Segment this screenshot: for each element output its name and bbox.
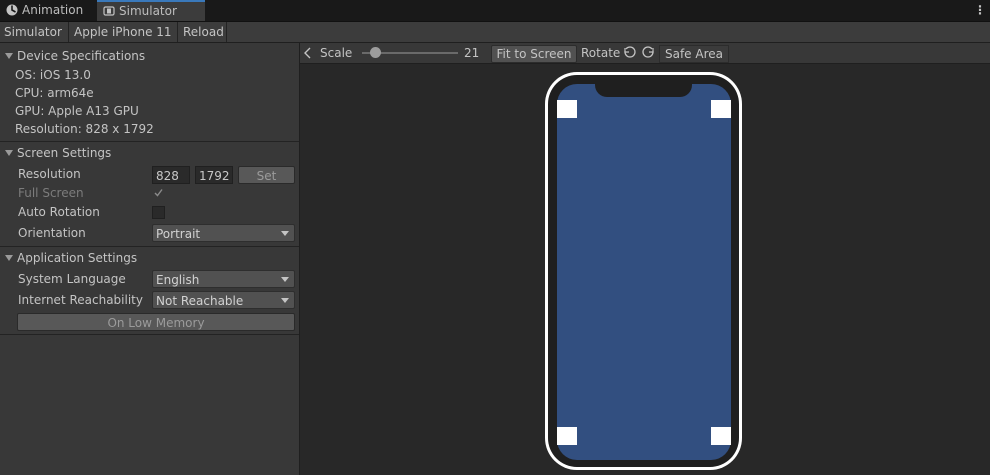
- reload-button-label: Reload: [183, 25, 224, 39]
- set-resolution-button[interactable]: Set: [238, 166, 295, 184]
- orientation-value: Portrait: [156, 227, 201, 241]
- divider: [0, 334, 299, 335]
- spec-cpu: CPU: arm64e: [15, 86, 94, 100]
- safe-area-corner-bottom-left: [557, 427, 577, 445]
- safe-area-toggle[interactable]: Safe Area: [659, 45, 729, 63]
- system-language-dropdown[interactable]: English: [152, 270, 295, 288]
- tab-animation[interactable]: Animation: [0, 0, 112, 21]
- app-settings-header[interactable]: Application Settings: [0, 248, 299, 268]
- simulator-dropdown[interactable]: Simulator: [0, 22, 69, 55]
- safe-area-corner-top-left: [557, 100, 577, 118]
- tab-simulator[interactable]: Simulator: [97, 0, 205, 21]
- resolution-height-input[interactable]: 1792: [195, 166, 233, 184]
- chevron-down-icon: [281, 298, 289, 303]
- system-language-value: English: [156, 273, 200, 287]
- chevron-left-icon[interactable]: [303, 47, 313, 59]
- scale-value: 21: [464, 46, 480, 60]
- foldout-arrow-icon: [5, 255, 13, 261]
- rotate-left-icon[interactable]: [623, 45, 637, 59]
- orientation-label: Orientation: [18, 226, 86, 240]
- screen-settings-title: Screen Settings: [17, 146, 112, 160]
- internet-reachability-label: Internet Reachability: [18, 293, 143, 307]
- tab-bar: Animation Simulator ⋮: [0, 0, 990, 22]
- auto-rotation-checkbox[interactable]: [152, 206, 165, 219]
- foldout-arrow-icon: [5, 150, 13, 156]
- full-screen-label: Full Screen: [18, 186, 84, 200]
- device-screen[interactable]: [557, 84, 731, 460]
- safe-area-corner-top-right: [711, 100, 731, 118]
- settings-panel: Device Specifications OS: iOS 13.0 CPU: …: [0, 43, 300, 475]
- orientation-dropdown[interactable]: Portrait: [152, 224, 295, 242]
- on-low-memory-button[interactable]: On Low Memory: [17, 313, 295, 331]
- scale-slider-handle[interactable]: [370, 47, 381, 58]
- internet-reachability-dropdown[interactable]: Not Reachable: [152, 291, 295, 309]
- foldout-arrow-icon: [5, 53, 13, 59]
- device-specs-title: Device Specifications: [17, 49, 146, 63]
- fit-to-screen-button[interactable]: Fit to Screen: [491, 45, 577, 63]
- resolution-label: Resolution: [18, 167, 81, 181]
- scale-label: Scale: [320, 46, 353, 60]
- spec-os: OS: iOS 13.0: [15, 68, 91, 82]
- device-dropdown[interactable]: Apple iPhone 11: [70, 22, 178, 55]
- toolbar: Simulator Apple iPhone 11 Reload: [0, 22, 990, 55]
- screen-settings-header[interactable]: Screen Settings: [0, 143, 299, 163]
- device-notch: [595, 78, 692, 97]
- simulator-icon: [103, 6, 115, 16]
- checkmark-icon: [154, 189, 163, 197]
- spec-resolution: Resolution: 828 x 1792: [15, 122, 154, 136]
- tab-animation-label: Animation: [22, 3, 84, 17]
- kebab-menu-icon[interactable]: ⋮: [974, 0, 986, 21]
- tab-simulator-label: Simulator: [119, 4, 177, 18]
- rotate-right-icon[interactable]: [641, 45, 655, 59]
- unity-icon: [6, 4, 18, 16]
- internet-reachability-value: Not Reachable: [156, 294, 244, 308]
- full-screen-checkbox[interactable]: [152, 186, 165, 199]
- app-settings-title: Application Settings: [17, 251, 138, 265]
- resolution-width-input[interactable]: 828: [152, 166, 190, 184]
- device-specs-header[interactable]: Device Specifications: [0, 46, 299, 66]
- reload-button[interactable]: Reload: [179, 22, 227, 42]
- device-dropdown-label: Apple iPhone 11: [74, 25, 172, 39]
- simulator-dropdown-label: Simulator: [4, 25, 62, 39]
- chevron-down-icon: [281, 277, 289, 282]
- divider: [0, 141, 299, 142]
- divider: [0, 246, 299, 247]
- chevron-down-icon: [281, 231, 289, 236]
- spec-gpu: GPU: Apple A13 GPU: [15, 104, 139, 118]
- system-language-label: System Language: [18, 272, 126, 286]
- safe-area-corner-bottom-right: [711, 427, 731, 445]
- auto-rotation-label: Auto Rotation: [18, 205, 100, 219]
- rotate-label: Rotate: [581, 46, 621, 60]
